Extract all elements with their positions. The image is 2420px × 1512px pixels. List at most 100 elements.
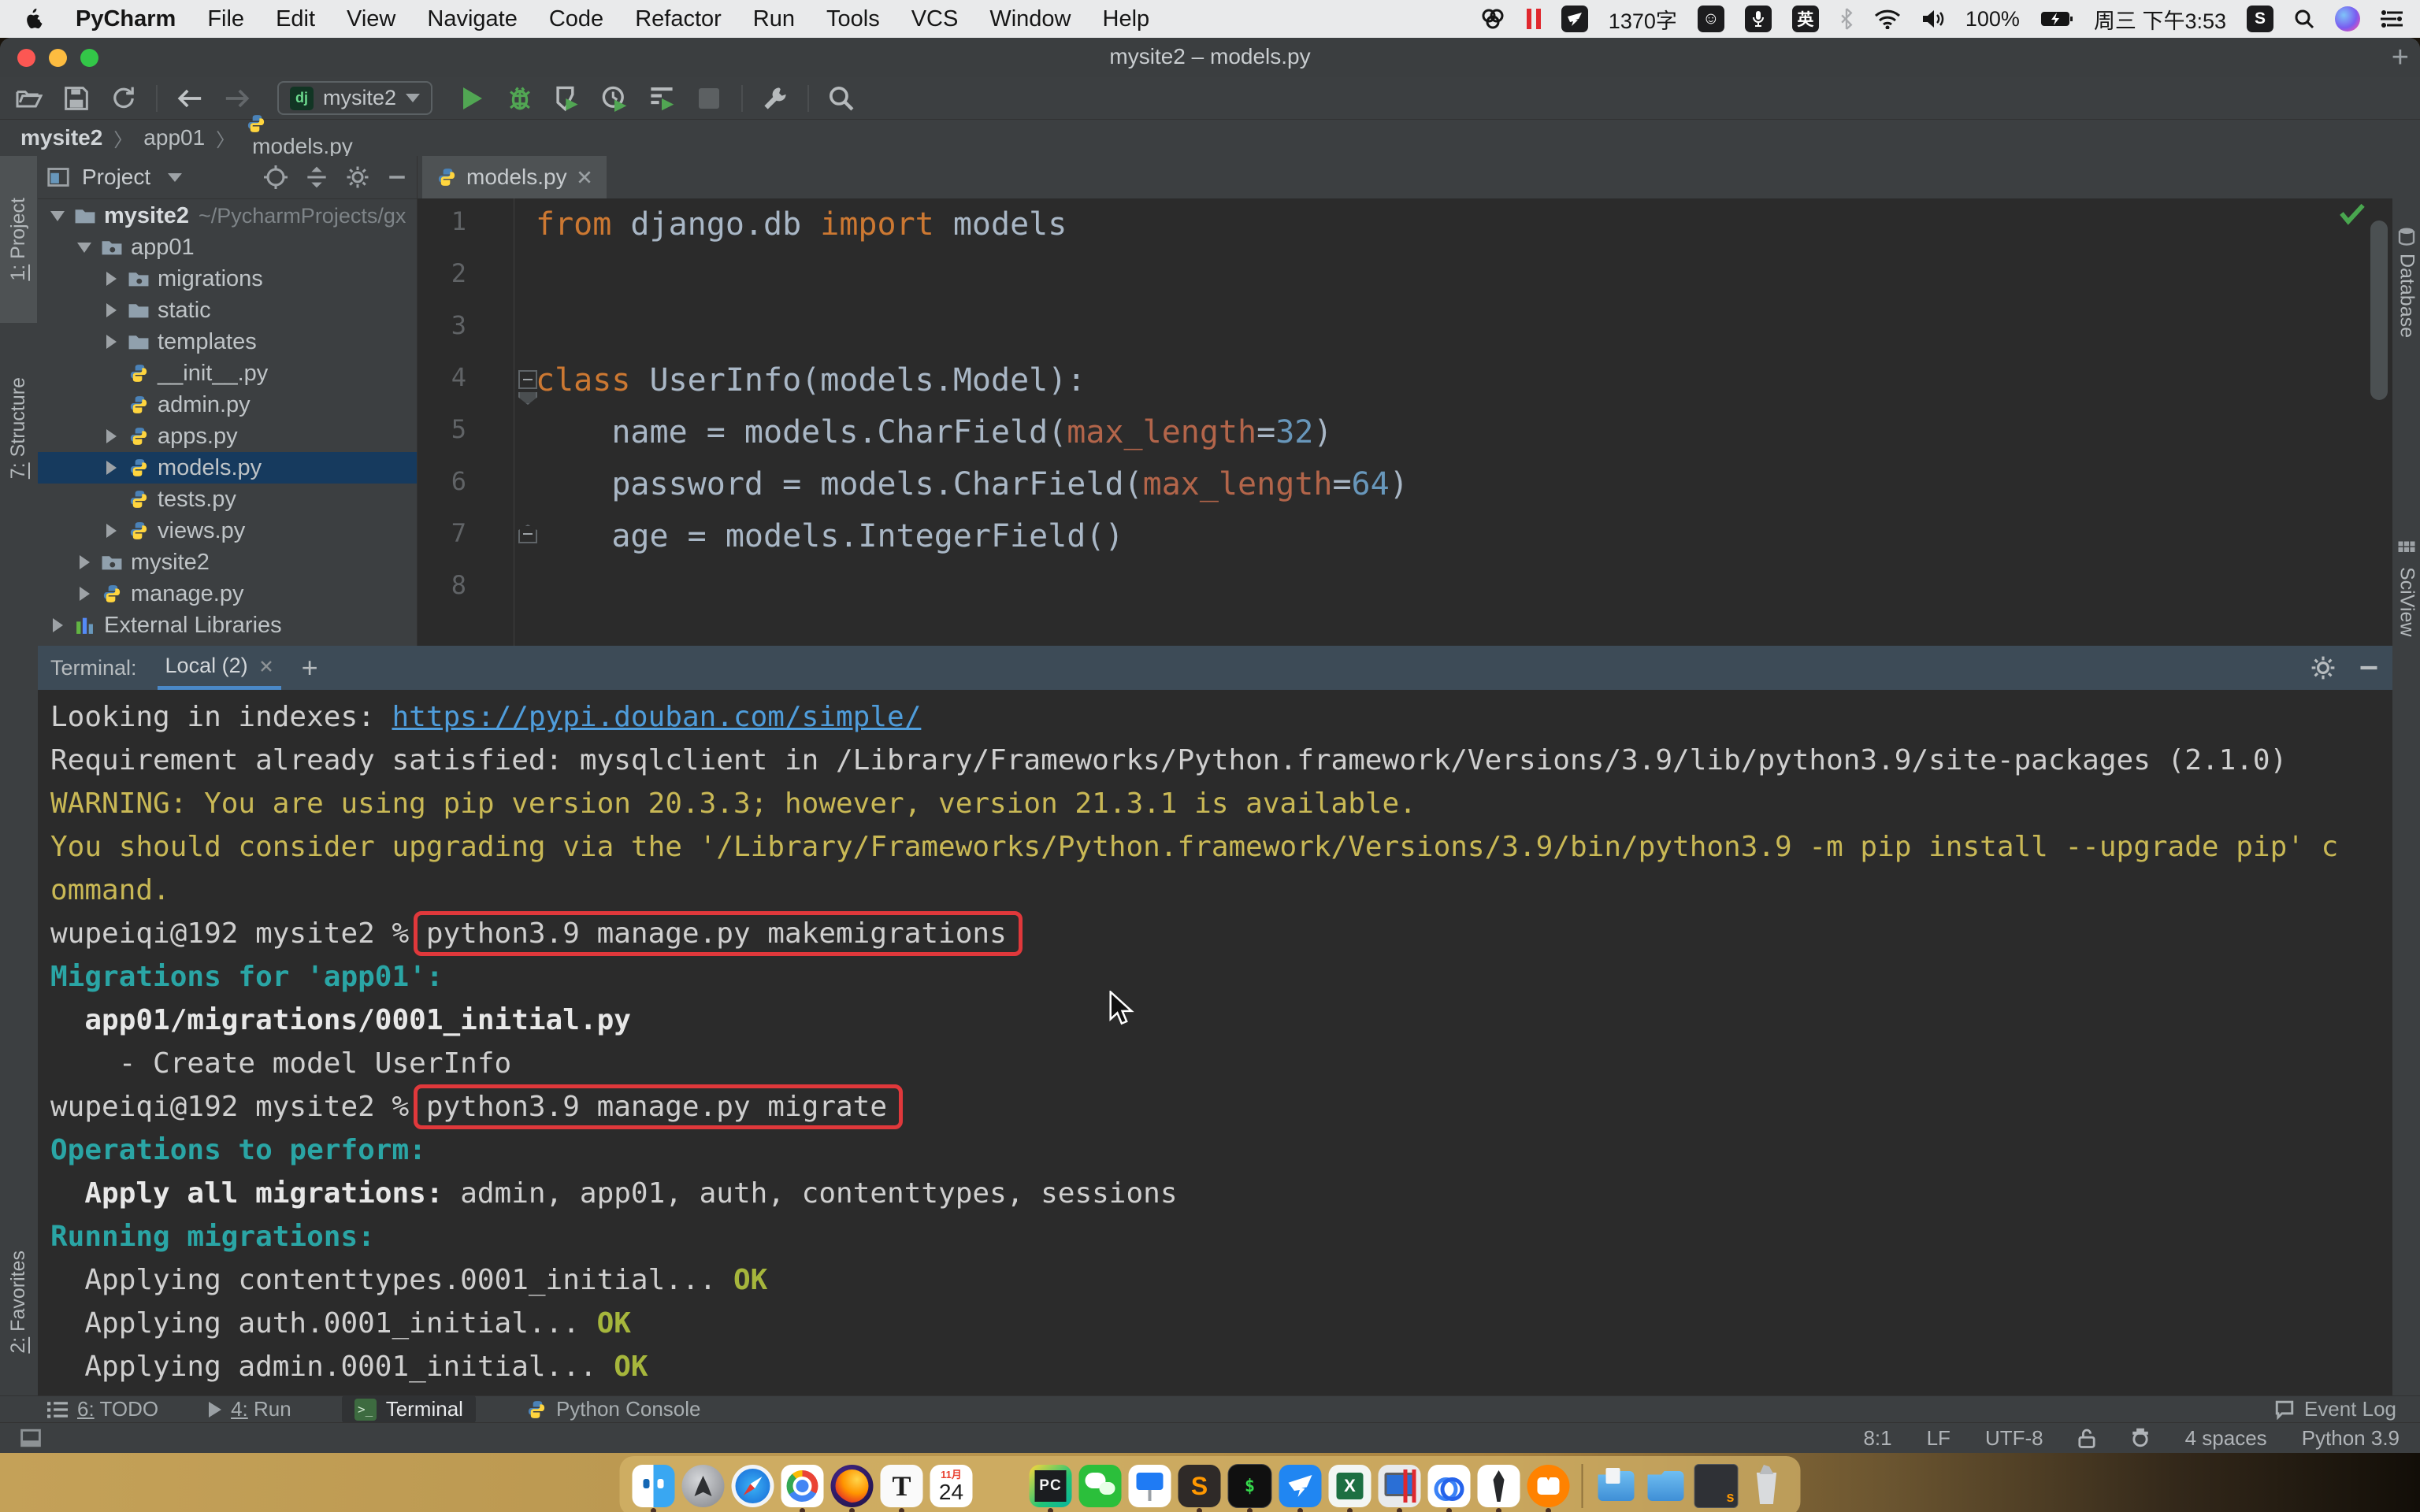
line-ending[interactable]: LF	[1927, 1426, 1950, 1451]
project-panel-title[interactable]: Project	[82, 165, 150, 190]
terminal-settings-gear-icon[interactable]	[2311, 655, 2336, 680]
emoji-input-icon[interactable]: ☺	[1698, 6, 1724, 32]
pause-bars-icon[interactable]	[1527, 9, 1541, 29]
apple-menu-icon[interactable]	[24, 7, 44, 31]
tree-expand-arrow-icon[interactable]	[44, 618, 71, 632]
menu-run[interactable]: Run	[753, 6, 795, 32]
save-icon[interactable]	[61, 83, 91, 113]
dingtalk-menu-icon[interactable]	[1561, 6, 1588, 32]
tool-button-favorites[interactable]: 2: Favorites	[0, 1211, 37, 1392]
readonly-lock-icon[interactable]	[2078, 1428, 2095, 1448]
dock-tv-app-icon[interactable]	[1527, 1465, 1570, 1507]
tree-row-admin-py[interactable]: admin.py	[38, 389, 417, 421]
tool-button-database[interactable]: Database	[2393, 227, 2420, 338]
run-coverage-button[interactable]	[552, 83, 582, 113]
tree-row-app01[interactable]: app01	[38, 232, 417, 263]
code-line[interactable]	[536, 570, 2361, 622]
menu-window[interactable]: Window	[989, 6, 1071, 32]
menu-code[interactable]: Code	[549, 6, 603, 32]
hide-panel-icon[interactable]	[387, 167, 407, 187]
dock-trash-icon[interactable]	[1746, 1465, 1788, 1507]
breadcrumb-item-mysite2[interactable]: mysite2	[20, 125, 102, 150]
dock-pycharm-icon[interactable]: PC	[1030, 1465, 1072, 1507]
tool-button-python-console[interactable]: Python Console	[526, 1397, 701, 1421]
run-with-configurations-button[interactable]	[647, 83, 677, 113]
code-line[interactable]: class UserInfo(models.Model):	[536, 362, 2361, 414]
tree-row-manage-py[interactable]: manage.py	[38, 578, 417, 610]
dock-netease-music-icon[interactable]	[980, 1465, 1023, 1507]
dock-pen-tool-icon[interactable]	[1478, 1465, 1520, 1507]
close-tab-icon[interactable]	[577, 169, 592, 185]
minimize-terminal-icon[interactable]	[2358, 657, 2380, 679]
tool-button-todo[interactable]: 6: TODO	[47, 1397, 158, 1421]
run-configuration-select[interactable]: dj mysite2	[277, 81, 432, 115]
dock-documents-folder-icon[interactable]	[1645, 1465, 1687, 1507]
terminal-link[interactable]: https://pypi.douban.com/simple/	[392, 701, 921, 733]
menu-refactor[interactable]: Refactor	[635, 6, 722, 32]
python-interpreter[interactable]: Python 3.9	[2302, 1426, 2400, 1451]
breadcrumb-item-app01[interactable]: app01	[143, 125, 205, 150]
tree-row-apps-py[interactable]: apps.py	[38, 421, 417, 452]
tool-button-structure[interactable]: 7: Structure	[0, 342, 37, 515]
dock-firefox-icon[interactable]	[831, 1465, 874, 1507]
fold-marker-class[interactable]	[518, 370, 537, 389]
forward-icon[interactable]	[222, 83, 252, 113]
mic-icon[interactable]	[1745, 6, 1772, 32]
caret-position[interactable]: 8:1	[1863, 1426, 1891, 1451]
dock-chrome-icon[interactable]	[781, 1465, 824, 1507]
collapse-all-icon[interactable]	[305, 165, 328, 189]
dock-downloads-folder-icon[interactable]	[1595, 1465, 1638, 1507]
tab-models-py[interactable]: models.py	[422, 156, 607, 198]
tree-row-__init__-py[interactable]: __init__.py	[38, 358, 417, 389]
back-icon[interactable]	[175, 83, 205, 113]
stop-button[interactable]	[694, 83, 724, 113]
tool-button-terminal[interactable]: >_ Terminal	[342, 1395, 476, 1423]
dock-remote-desktop-icon[interactable]	[1379, 1465, 1421, 1507]
tree-expand-arrow-icon[interactable]	[98, 335, 124, 349]
terminal-tab-local[interactable]: Local (2)	[158, 646, 281, 690]
terminal-output[interactable]: Looking in indexes: https://pypi.douban.…	[38, 690, 2392, 1395]
code-line[interactable]	[536, 258, 2361, 310]
sogou-icon[interactable]: S	[2247, 6, 2273, 32]
event-log-button[interactable]: Event Log	[2274, 1397, 2396, 1421]
tree-expand-arrow-icon[interactable]	[71, 587, 98, 601]
code-line[interactable]: from django.db import models	[536, 206, 2361, 258]
wifi-icon[interactable]	[1874, 9, 1901, 29]
dock-minimized-window-icon[interactable]: s	[1694, 1464, 1739, 1508]
dock-iterm-icon[interactable]: $	[1228, 1464, 1272, 1508]
dock-finder-icon[interactable]	[633, 1465, 675, 1507]
titlebar-plus-icon[interactable]: +	[2392, 41, 2409, 75]
chevron-down-icon[interactable]	[168, 173, 182, 182]
run-button[interactable]	[458, 83, 488, 113]
open-icon[interactable]	[14, 83, 44, 113]
locate-icon[interactable]	[264, 165, 288, 189]
tree-expand-arrow-icon[interactable]	[71, 243, 98, 253]
tree-expand-arrow-icon[interactable]	[98, 272, 124, 286]
menu-vcs[interactable]: VCS	[911, 6, 959, 32]
profiler-button[interactable]	[599, 83, 629, 113]
input-language-icon[interactable]: 英	[1792, 6, 1819, 32]
tree-expand-arrow-icon[interactable]	[98, 461, 124, 475]
tree-row-mysite2[interactable]: mysite2~/PycharmProjects/gx	[38, 200, 417, 232]
tree-row-templates[interactable]: templates	[38, 326, 417, 358]
clock[interactable]: 周三 下午3:53	[2094, 4, 2226, 35]
dock-wechat-icon[interactable]	[1079, 1465, 1122, 1507]
code-editor[interactable]: 12345678 from django.db import modelscla…	[418, 198, 2392, 646]
tool-button-sciview[interactable]: SciView	[2393, 540, 2420, 636]
tree-expand-arrow-icon[interactable]	[71, 555, 98, 569]
code-line[interactable]: age = models.IntegerField()	[536, 518, 2361, 570]
tree-expand-arrow-icon[interactable]	[44, 211, 71, 221]
control-center-icon[interactable]	[2381, 9, 2403, 28]
toggle-toolwindows-icon[interactable]	[20, 1429, 41, 1447]
battery-icon[interactable]	[2040, 10, 2073, 28]
code-line[interactable]	[536, 310, 2361, 362]
hector-inspector-icon[interactable]	[2130, 1428, 2151, 1448]
sync-icon[interactable]	[109, 83, 139, 113]
menu-view[interactable]: View	[347, 6, 395, 32]
rings-icon[interactable]	[1479, 7, 1506, 31]
tree-expand-arrow-icon[interactable]	[98, 524, 124, 538]
dock-launchpad-icon[interactable]	[682, 1465, 725, 1507]
volume-icon[interactable]	[1921, 9, 1945, 29]
settings-gear-icon[interactable]	[346, 165, 369, 189]
tree-row-mysite2[interactable]: mysite2	[38, 547, 417, 578]
